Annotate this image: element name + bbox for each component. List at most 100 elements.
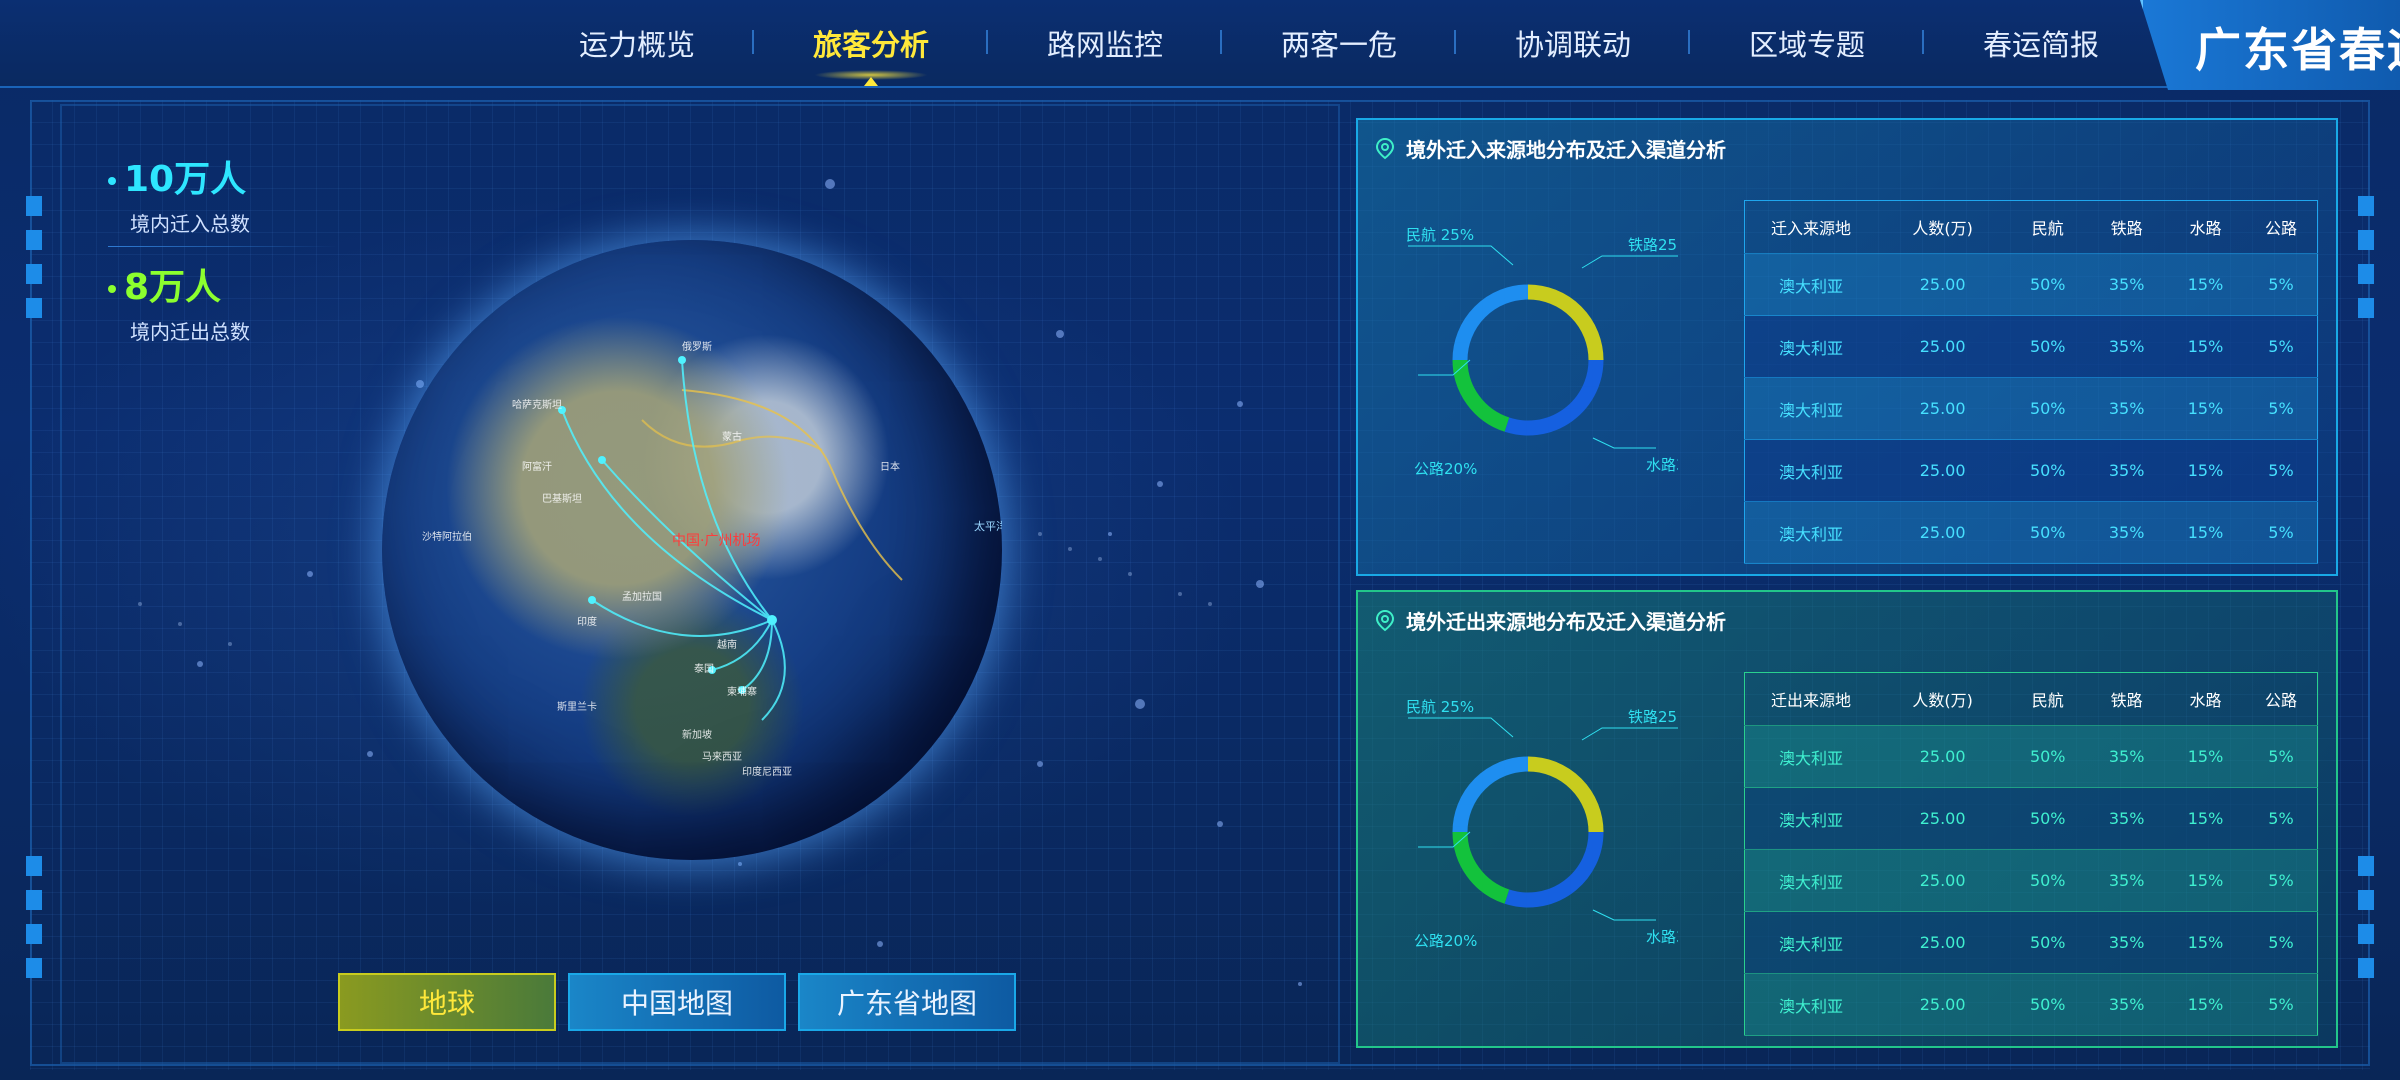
outbound-analysis-panel: 境外迁出来源地分布及迁入渠道分析 民航 25% 铁路25% 公路20% 水路30…: [1356, 590, 2338, 1048]
table-row[interactable]: 澳大利亚 25.00 50% 35% 15% 5%: [1744, 439, 2318, 502]
table-cell: 35%: [2087, 253, 2167, 316]
panel-title: 境外迁入来源地分布及迁入渠道分析: [1406, 138, 1726, 162]
nav-item-road-monitor[interactable]: 路网监控: [988, 0, 1222, 86]
donut-label-road: 公路20%: [1414, 932, 1477, 950]
table-cell: 50%: [2008, 315, 2088, 378]
donut-label-air: 民航 25%: [1406, 698, 1474, 716]
earth-map-button[interactable]: 地球: [338, 973, 556, 1031]
nav-item-two-passenger-one-hazard[interactable]: 两客一危: [1222, 0, 1456, 86]
table-cell: 15%: [2166, 377, 2245, 440]
globe-label: 俄罗斯: [682, 340, 712, 353]
table-cell: 25.00: [1877, 439, 2009, 502]
table-cell: 25.00: [1877, 787, 2009, 850]
table-cell: 35%: [2087, 439, 2167, 502]
guangdong-map-label: 广东省地图: [836, 987, 977, 1020]
china-map-button[interactable]: 中国地图: [568, 973, 786, 1031]
table-cell: 35%: [2087, 787, 2167, 850]
stat-divider: [108, 246, 338, 247]
nav-item-spring-briefing[interactable]: 春运简报: [1924, 0, 2158, 86]
table-row[interactable]: 澳大利亚 25.00 50% 35% 15% 5%: [1744, 315, 2318, 378]
table-cell: 5%: [2244, 725, 2318, 788]
globe-label: 越南: [717, 638, 737, 651]
table-cell: 15%: [2166, 501, 2245, 564]
globe-label: 蒙古: [722, 430, 742, 443]
table-cell: 15%: [2166, 253, 2245, 316]
active-indicator-icon: [864, 77, 878, 86]
donut-segment-水路[interactable]: [1504, 359, 1604, 436]
outbound-table: 迁出来源地 人数(万) 民航 铁路 水路 公路 澳大利亚 25.00 50% 35% 1…: [1744, 672, 2318, 1036]
nav-item-label: 运力概览: [578, 28, 695, 62]
globe-label-pacific: 太平洋: [974, 519, 1002, 533]
table-cell: 50%: [2008, 377, 2088, 440]
donut-callout-lines: [1408, 717, 1684, 921]
table-header-cell: 迁出来源地: [1744, 672, 1877, 726]
table-cell: 25.00: [1877, 253, 2009, 316]
table-header-cell: 迁入来源地: [1744, 200, 1877, 254]
table-cell: 35%: [2087, 315, 2167, 378]
donut-segment-公路[interactable]: [1452, 831, 1510, 904]
table-cell: 5%: [2244, 787, 2318, 850]
donut-svg: 民航 25% 铁路25% 公路20% 水路30%: [1406, 226, 1709, 478]
donut-callout-lines: [1408, 245, 1684, 449]
table-row[interactable]: 澳大利亚 25.00 50% 35% 15% 5%: [1744, 377, 2318, 440]
stat-inbound-label: 境内迁入总数: [130, 212, 250, 236]
table-header-cell: 公路: [2244, 672, 2318, 726]
panel-header: 境外迁出来源地分布及迁入渠道分析: [1374, 606, 1726, 635]
table-cell: 50%: [2008, 911, 2088, 974]
donut-segment-民航[interactable]: [1452, 756, 1529, 833]
globe-label: 沙特阿拉伯: [422, 530, 472, 543]
nav-item-capacity-overview[interactable]: 运力概览: [520, 0, 754, 86]
table-cell: 5%: [2244, 849, 2318, 912]
table-header-cell: 公路: [2244, 200, 2318, 254]
table-row[interactable]: 澳大利亚 25.00 50% 35% 15% 5%: [1744, 849, 2318, 912]
donut-segment-铁路[interactable]: [1527, 284, 1604, 361]
globe-view[interactable]: 俄罗斯 哈萨克斯坦 阿富汗 巴基斯坦 沙特阿拉伯 蒙古 日本 印度 孟加拉国 越…: [382, 240, 1002, 860]
table-cell: 50%: [2008, 501, 2088, 564]
table-header-row: 迁出来源地 人数(万) 民航 铁路 水路 公路: [1744, 672, 2318, 726]
table-header-cell: 人数(万): [1877, 672, 2009, 726]
table-cell: 25.00: [1877, 315, 2009, 378]
table-row[interactable]: 澳大利亚 25.00 50% 35% 15% 5%: [1744, 973, 2318, 1036]
table-row[interactable]: 澳大利亚 25.00 50% 35% 15% 5%: [1744, 501, 2318, 564]
table-row[interactable]: 澳大利亚 25.00 50% 35% 15% 5%: [1744, 253, 2318, 316]
table-header-cell: 民航: [2008, 200, 2088, 254]
table-cell: 澳大利亚: [1744, 253, 1877, 316]
nav-item-passenger-analysis[interactable]: 旅客分析: [754, 0, 988, 86]
nav-item-regional-topic[interactable]: 区域专题: [1690, 0, 1924, 86]
bullet-icon: [108, 285, 116, 293]
table-row[interactable]: 澳大利亚 25.00 50% 35% 15% 5%: [1744, 787, 2318, 850]
globe-label: 斯里兰卡: [557, 700, 597, 713]
table-cell: 35%: [2087, 377, 2167, 440]
nav-item-label: 路网监控: [1046, 28, 1163, 62]
globe-label: 哈萨克斯坦: [512, 398, 562, 411]
inbound-analysis-panel: 境外迁入来源地分布及迁入渠道分析 民航 25% 铁路25% 公路20% 水路30…: [1356, 118, 2338, 576]
table-cell: 25.00: [1877, 377, 2009, 440]
table-cell: 35%: [2087, 849, 2167, 912]
donut-segment-水路[interactable]: [1504, 831, 1604, 908]
donut-segment-民航[interactable]: [1452, 284, 1529, 361]
donut-segment-铁路[interactable]: [1527, 756, 1604, 833]
table-cell: 澳大利亚: [1744, 315, 1877, 378]
nav-item-label: 两客一危: [1280, 28, 1397, 62]
nav-item-label: 协调联动: [1514, 28, 1631, 62]
table-header-cell: 水路: [2166, 672, 2245, 726]
table-cell: 15%: [2166, 725, 2245, 788]
stat-outbound: 8万人 境内迁出总数: [108, 258, 250, 345]
table-cell: 25.00: [1877, 501, 2009, 564]
globe-label: 巴基斯坦: [542, 492, 582, 505]
table-row[interactable]: 澳大利亚 25.00 50% 35% 15% 5%: [1744, 911, 2318, 974]
globe-label: 泰国: [694, 662, 714, 675]
nav-item-coordination[interactable]: 协调联动: [1456, 0, 1690, 86]
globe-label: 阿富汗: [522, 460, 552, 473]
table-cell: 澳大利亚: [1744, 787, 1877, 850]
table-row[interactable]: 澳大利亚 25.00 50% 35% 15% 5%: [1744, 725, 2318, 788]
guangdong-map-button[interactable]: 广东省地图: [798, 973, 1016, 1031]
donut-label-rail: 铁路25%: [1628, 236, 1678, 254]
left-side-decoration: [26, 196, 42, 318]
donut-segment-公路[interactable]: [1452, 359, 1510, 432]
migration-routes: 俄罗斯 哈萨克斯坦 阿富汗 巴基斯坦 沙特阿拉伯 蒙古 日本 印度 孟加拉国 越…: [422, 340, 1002, 778]
outbound-donut-chart: 民航 25% 铁路25% 公路20% 水路30%: [1378, 682, 1709, 982]
panel-header: 境外迁入来源地分布及迁入渠道分析: [1374, 134, 1726, 163]
stat-inbound: 10万人 境内迁入总数: [108, 150, 250, 237]
table-cell: 15%: [2166, 787, 2245, 850]
